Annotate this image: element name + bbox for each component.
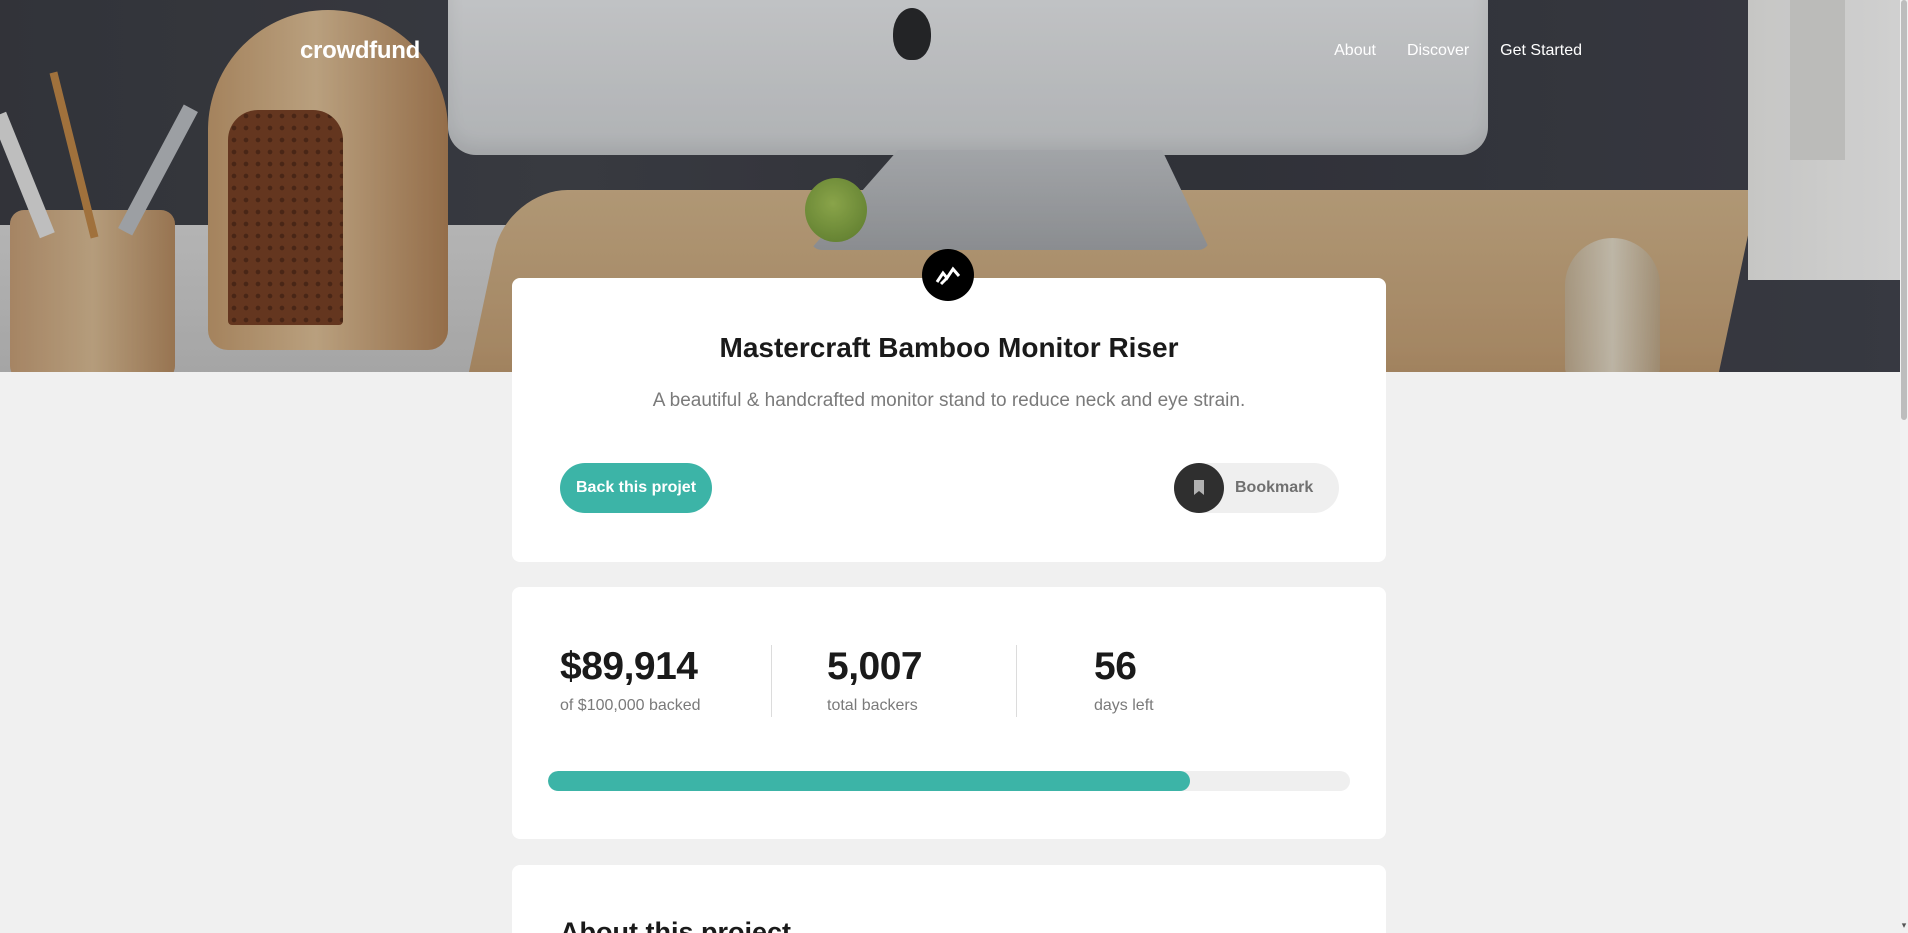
backers-label: total backers — [827, 697, 918, 714]
stat-backed: $89,914 of $100,000 backed — [560, 645, 701, 715]
project-subtitle: A beautiful & handcrafted monitor stand … — [652, 390, 1246, 411]
progress-bar — [548, 771, 1350, 791]
days-left-label: days left — [1094, 697, 1154, 714]
about-card: About this project — [512, 865, 1386, 933]
project-title: Mastercraft Bamboo Monitor Riser — [719, 332, 1179, 363]
progress-fill — [548, 771, 1190, 791]
stat-divider — [1016, 645, 1017, 717]
nav-link-discover[interactable]: Discover — [1407, 42, 1469, 60]
backed-amount: $89,914 — [560, 645, 698, 688]
nav-link-about[interactable]: About — [1334, 42, 1376, 60]
top-nav: crowdfund About Discover Get Started — [300, 34, 1582, 68]
bookmark-label: Bookmark — [1235, 479, 1314, 496]
scrollbar-thumb[interactable] — [1901, 0, 1907, 420]
mastercraft-logo-icon — [922, 249, 974, 301]
days-left-count: 56 — [1094, 645, 1137, 688]
nav-link-get-started[interactable]: Get Started — [1500, 42, 1582, 60]
bookmark-icon — [1174, 463, 1224, 513]
project-card: Mastercraft Bamboo Monitor Riser A beaut… — [512, 278, 1386, 562]
stat-divider — [771, 645, 772, 717]
about-title: About this project — [560, 917, 791, 933]
stat-days: 56 days left — [1094, 645, 1154, 715]
bookmark-button[interactable]: Bookmark — [1174, 463, 1339, 513]
backed-label: of $100,000 backed — [560, 697, 701, 714]
nav-links: About Discover Get Started — [1303, 42, 1582, 60]
scroll-down-icon[interactable]: ▾ — [1900, 920, 1908, 930]
site-logo[interactable]: crowdfund — [300, 37, 420, 65]
backers-count: 5,007 — [827, 645, 923, 688]
stats-card: $89,914 of $100,000 backed 5,007 total b… — [512, 587, 1386, 839]
back-project-button[interactable]: Back this projet — [560, 463, 712, 513]
stat-backers: 5,007 total backers — [827, 645, 923, 715]
